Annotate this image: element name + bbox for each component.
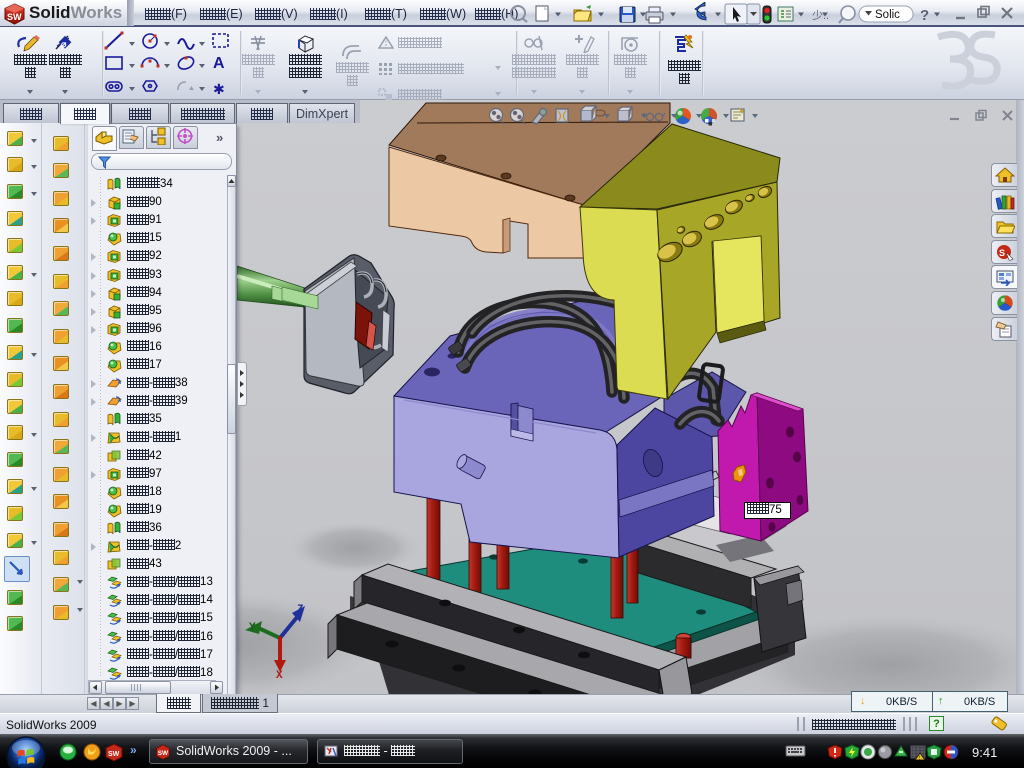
svg-text:?: ? (920, 7, 929, 24)
svg-text:Y: Y (249, 622, 256, 634)
svg-text:少..: 少.. (812, 9, 829, 22)
svg-text:!: ! (918, 756, 919, 761)
svg-text:Z: Z (297, 604, 304, 616)
svg-text:Solic: Solic (875, 9, 900, 21)
svg-text:X: X (276, 670, 283, 682)
svg-text:A: A (213, 55, 225, 72)
svg-text:⌀: ⌀ (61, 39, 67, 49)
svg-text:»: » (130, 743, 137, 757)
svg-text:SW: SW (158, 750, 169, 757)
svg-text:SW: SW (7, 12, 22, 22)
svg-text:✱: ✱ (213, 81, 225, 97)
svg-text:SW: SW (108, 751, 120, 758)
svg-text:S: S (999, 248, 1005, 258)
